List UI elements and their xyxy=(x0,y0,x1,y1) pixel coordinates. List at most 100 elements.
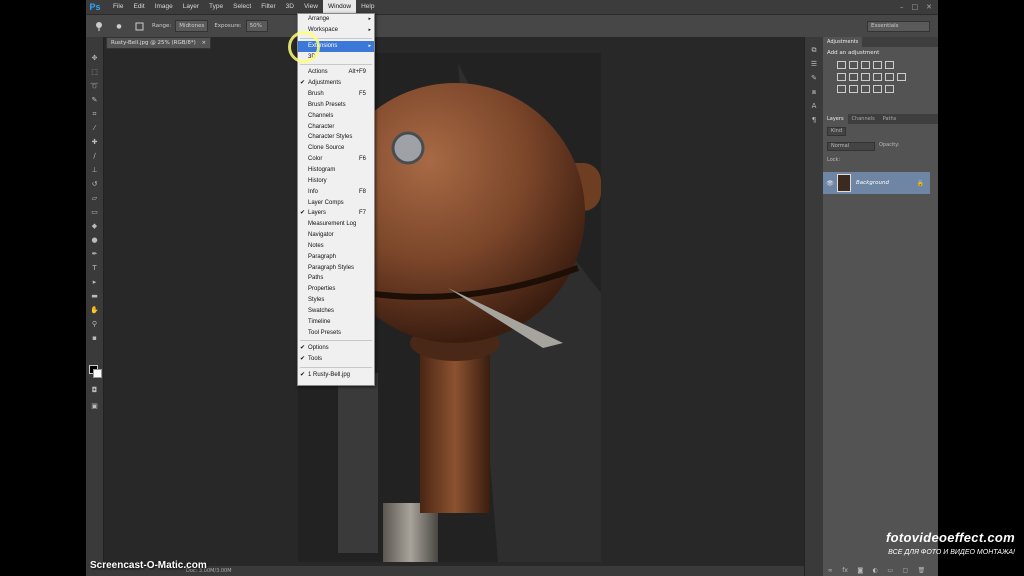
blur-tool-icon[interactable]: ◆ xyxy=(86,219,103,233)
menu-image[interactable]: Image xyxy=(150,0,178,14)
photo-filter-icon[interactable] xyxy=(873,73,882,81)
dodge-tool-icon[interactable] xyxy=(92,19,106,33)
exposure-icon[interactable] xyxy=(873,61,882,69)
exposure-field[interactable]: 50% xyxy=(245,20,268,32)
menu-edit[interactable]: Edit xyxy=(128,0,149,14)
threshold-icon[interactable] xyxy=(861,85,870,93)
maximize-icon[interactable]: □ xyxy=(912,0,919,14)
menu-item-layers[interactable]: ✔ Layers F7 xyxy=(298,208,374,219)
menu-item-timeline[interactable]: Timeline xyxy=(298,317,374,328)
tab-paths[interactable]: Paths xyxy=(879,114,901,124)
crop-tool-icon[interactable]: ⌗ xyxy=(86,107,103,121)
menu-item-clone-source[interactable]: Clone Source xyxy=(298,143,374,154)
close-window-icon[interactable]: ✕ xyxy=(926,0,932,14)
menu-item-channels[interactable]: Channels xyxy=(298,111,374,122)
black-white-icon[interactable] xyxy=(861,73,870,81)
menu-item-navigator[interactable]: Navigator xyxy=(298,230,374,241)
menu-item-properties[interactable]: Properties xyxy=(298,284,374,295)
menu-filter[interactable]: Filter xyxy=(256,0,280,14)
quick-select-tool-icon[interactable]: ✎ xyxy=(86,93,103,107)
menu-layer[interactable]: Layer xyxy=(178,0,204,14)
channel-mixer-icon[interactable] xyxy=(885,73,894,81)
posterize-icon[interactable] xyxy=(849,85,858,93)
dodge-tool-icon[interactable]: ● xyxy=(86,233,103,247)
menu-view[interactable]: View xyxy=(299,0,323,14)
new-adjustment-icon[interactable]: ◐ xyxy=(873,567,878,574)
menu-item-color[interactable]: Color F6 xyxy=(298,154,374,165)
menu-item-options[interactable]: ✔ Options xyxy=(298,343,374,354)
menu-item-histogram[interactable]: Histogram xyxy=(298,165,374,176)
path-select-tool-icon[interactable]: ▸ xyxy=(86,275,103,289)
eyedropper-tool-icon[interactable]: ⁄ xyxy=(86,121,103,135)
gradient-map-icon[interactable] xyxy=(873,85,882,93)
gradient-tool-icon[interactable]: ▭ xyxy=(86,205,103,219)
menu-item-info[interactable]: Info F8 xyxy=(298,187,374,198)
menu-item-paragraph-styles[interactable]: Paragraph Styles xyxy=(298,263,374,274)
add-mask-icon[interactable]: ◙ xyxy=(857,567,863,574)
menu-item-paragraph[interactable]: Paragraph xyxy=(298,252,374,263)
visibility-eye-icon[interactable]: 👁 xyxy=(823,180,837,187)
menu-file[interactable]: File xyxy=(108,0,128,14)
menu-item-swatches[interactable]: Swatches xyxy=(298,306,374,317)
new-group-icon[interactable]: ▭ xyxy=(887,567,893,574)
fx-icon[interactable]: fx xyxy=(842,567,848,574)
blend-mode-select[interactable]: Normal xyxy=(827,142,875,151)
vibrance-icon[interactable] xyxy=(885,61,894,69)
menu-item-notes[interactable]: Notes xyxy=(298,241,374,252)
menu-item-arrange[interactable]: Arrange ▸ xyxy=(298,14,374,25)
default-colors-icon[interactable]: ▪ xyxy=(86,331,103,345)
close-icon[interactable]: × xyxy=(201,40,206,46)
tab-adjustments[interactable]: Adjustments xyxy=(823,37,863,47)
menu-item-paths[interactable]: Paths xyxy=(298,273,374,284)
menu-item-measurement-log[interactable]: Measurement Log xyxy=(298,219,374,230)
properties-panel-icon[interactable]: ☰ xyxy=(805,57,823,71)
selective-color-icon[interactable] xyxy=(885,85,894,93)
menu-item-tools[interactable]: ✔ Tools xyxy=(298,354,374,365)
range-select[interactable]: Midtones xyxy=(175,20,209,32)
healing-tool-icon[interactable]: ✚ xyxy=(86,135,103,149)
menu-select[interactable]: Select xyxy=(228,0,256,14)
document-tab[interactable]: Rusty-Bell.jpg @ 25% (RGB/8*) × xyxy=(106,37,212,49)
levels-icon[interactable] xyxy=(849,61,858,69)
color-lookup-icon[interactable] xyxy=(897,73,906,81)
menu-item-character-styles[interactable]: Character Styles xyxy=(298,132,374,143)
menu-item-actions[interactable]: Actions Alt+F9 xyxy=(298,67,374,78)
history-brush-tool-icon[interactable]: ↺ xyxy=(86,177,103,191)
move-tool-icon[interactable]: ✥ xyxy=(86,51,103,65)
brush-panel-icon[interactable] xyxy=(132,19,146,33)
menu-window[interactable]: Window xyxy=(322,0,357,14)
menu-help[interactable]: Help xyxy=(356,0,379,14)
menu-type[interactable]: Type xyxy=(204,0,228,14)
screen-mode-icon[interactable]: ▣ xyxy=(86,399,103,413)
color-balance-icon[interactable] xyxy=(849,73,858,81)
lasso-tool-icon[interactable]: ➰ xyxy=(86,79,103,93)
hand-tool-icon[interactable]: ✋ xyxy=(86,303,103,317)
pen-tool-icon[interactable]: ✒ xyxy=(86,247,103,261)
type-tool-icon[interactable]: T xyxy=(86,261,103,275)
menu-item-history[interactable]: History xyxy=(298,176,374,187)
brush-panel-icon[interactable]: ✎ xyxy=(805,71,823,85)
menu-item-layer-comps[interactable]: Layer Comps xyxy=(298,198,374,209)
marquee-tool-icon[interactable]: ⬚ xyxy=(86,65,103,79)
history-panel-icon[interactable]: ⧉ xyxy=(805,43,823,57)
character-panel-icon[interactable]: A xyxy=(805,99,823,113)
curves-icon[interactable] xyxy=(861,61,870,69)
trash-icon[interactable]: 🗑 xyxy=(918,567,926,574)
shape-tool-icon[interactable]: ▬ xyxy=(86,289,103,303)
menu-item-adjustments[interactable]: ✔ Adjustments xyxy=(298,78,374,89)
menu-item-1-rusty-bell-jpg[interactable]: ✔ 1 Rusty-Bell.jpg xyxy=(298,370,374,381)
quick-mask-icon[interactable]: ◘ xyxy=(86,383,103,397)
tab-layers[interactable]: Layers xyxy=(823,114,848,124)
workspace-select[interactable]: Essentials xyxy=(867,21,930,32)
paragraph-panel-icon[interactable]: ¶ xyxy=(805,113,823,127)
new-layer-icon[interactable]: ▢ xyxy=(903,567,909,574)
eraser-tool-icon[interactable]: ▱ xyxy=(86,191,103,205)
stamp-tool-icon[interactable]: ⊥ xyxy=(86,163,103,177)
zoom-tool-icon[interactable]: ⚲ xyxy=(86,317,103,331)
brightness-contrast-icon[interactable] xyxy=(837,61,846,69)
clone-source-panel-icon[interactable]: ⧈ xyxy=(805,85,823,99)
menu-item-brush-presets[interactable]: Brush Presets xyxy=(298,100,374,111)
link-layers-icon[interactable]: ∞ xyxy=(828,567,833,574)
hue-saturation-icon[interactable] xyxy=(837,73,846,81)
background-color-swatch[interactable] xyxy=(93,369,102,378)
